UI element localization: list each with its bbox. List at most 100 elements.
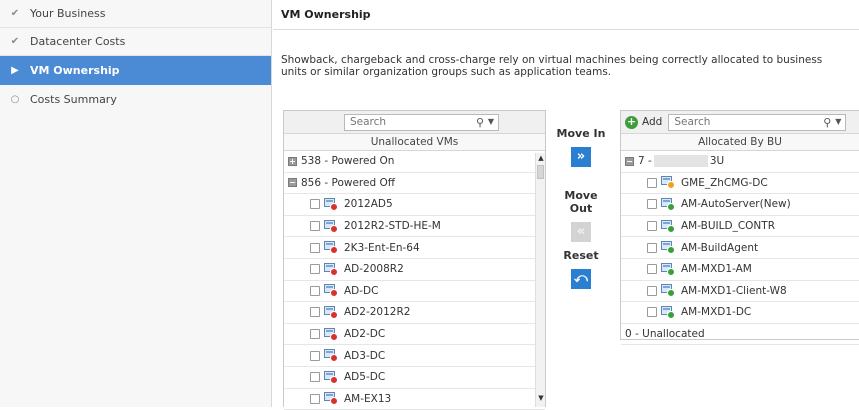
- vm-checkbox[interactable]: [647, 307, 657, 318]
- vm-row[interactable]: AM-MXD1-Client-W8: [621, 281, 859, 303]
- redacted-bu-name: [653, 155, 708, 168]
- vm-row[interactable]: 2012R2-STD-HE-M: [284, 216, 545, 238]
- vm-checkbox[interactable]: [647, 221, 657, 232]
- vm-powered-off-icon: [324, 219, 338, 233]
- step-your-business[interactable]: ✔ Your Business: [0, 0, 271, 28]
- vm-checkbox[interactable]: [310, 329, 320, 340]
- vm-row[interactable]: AM-BuildAgent: [621, 237, 859, 259]
- step-costs-summary[interactable]: ○ Costs Summary: [0, 85, 271, 113]
- vm-name: AM-EX13: [344, 392, 392, 405]
- vm-powered-off-icon: [324, 241, 338, 255]
- vm-row[interactable]: 2K3-Ent-En-64: [284, 237, 545, 259]
- group-row-powered-on[interactable]: + 538 - Powered On: [284, 151, 545, 173]
- vm-row[interactable]: AM-MXD1-AM: [621, 259, 859, 281]
- reset-label: Reset: [563, 249, 599, 262]
- allocated-vms-panel: + Add ⚲ ▼ Allocated By BU − 7 - 3U GME_Z…: [620, 110, 859, 346]
- list-scrollbar[interactable]: ▲ ▼: [535, 153, 545, 407]
- step-label: Costs Summary: [30, 92, 117, 106]
- right-toolbar: + Add ⚲ ▼: [621, 111, 859, 134]
- wizard-sidebar: ✔ Your Business ✔ Datacenter Costs ▶ VM …: [0, 0, 272, 407]
- vm-name: AM-AutoServer(New): [681, 198, 791, 211]
- vm-warning-icon: [661, 176, 675, 190]
- vm-checkbox[interactable]: [647, 285, 657, 296]
- vm-row[interactable]: AD2-2012R2: [284, 302, 545, 324]
- left-search-input[interactable]: [350, 116, 460, 128]
- vm-name: AD-DC: [344, 284, 379, 297]
- scroll-up-arrow-icon[interactable]: ▲: [536, 153, 546, 163]
- vm-powered-off-icon: [324, 197, 338, 211]
- vm-name: AD-2008R2: [344, 263, 404, 276]
- vm-powered-on-icon: [661, 241, 675, 255]
- add-plus-icon: +: [625, 114, 638, 129]
- right-search-input[interactable]: [674, 116, 785, 128]
- vm-name: 2012R2-STD-HE-M: [344, 220, 441, 233]
- collapse-minus-icon[interactable]: −: [625, 156, 634, 166]
- left-search-box[interactable]: ⚲ ▼: [344, 113, 499, 131]
- page-title: VM Ownership: [273, 0, 859, 30]
- caret-down-icon[interactable]: ▼: [488, 117, 494, 126]
- vm-row[interactable]: AM-BUILD_CONTR: [621, 216, 859, 238]
- move-out-control: Move Out «: [556, 189, 606, 242]
- vm-name: AD3-DC: [344, 349, 386, 362]
- main-content: VM Ownership Showback, chargeback and cr…: [273, 0, 859, 410]
- search-icon[interactable]: ⚲: [823, 116, 831, 129]
- scroll-down-arrow-icon[interactable]: ▼: [536, 393, 546, 403]
- step-label: Datacenter Costs: [30, 35, 126, 48]
- vm-row[interactable]: GME_ZhCMG-DC: [621, 173, 859, 195]
- caret-down-icon[interactable]: ▼: [835, 117, 841, 126]
- vm-row[interactable]: AM-AutoServer(New): [621, 194, 859, 216]
- expand-plus-icon[interactable]: +: [288, 156, 297, 166]
- vm-checkbox[interactable]: [647, 264, 657, 275]
- column-header-allocated: Allocated By BU: [621, 134, 859, 151]
- group-label: 538 - Powered On: [301, 155, 395, 168]
- step-label: VM Ownership: [30, 63, 120, 77]
- vm-powered-off-icon: [324, 349, 338, 363]
- bu-group-row[interactable]: − 7 - 3U: [621, 151, 859, 173]
- vm-name: AD2-DC: [344, 328, 386, 341]
- move-out-button[interactable]: «: [571, 222, 591, 242]
- vm-row[interactable]: AD3-DC: [284, 345, 545, 367]
- move-out-label: Move Out: [564, 189, 598, 215]
- vm-checkbox[interactable]: [310, 393, 320, 404]
- vm-powered-off-icon: [324, 327, 338, 341]
- unallocated-group-row[interactable]: 0 - Unallocated: [621, 324, 859, 346]
- vm-powered-on-icon: [661, 219, 675, 233]
- vm-checkbox[interactable]: [310, 307, 320, 318]
- triangle-right-icon: ▶: [11, 64, 19, 76]
- vm-powered-on-icon: [661, 305, 675, 319]
- group-row-powered-off[interactable]: − 856 - Powered Off: [284, 173, 545, 195]
- vm-row[interactable]: AD5-DC: [284, 367, 545, 389]
- vm-row[interactable]: AD-2008R2: [284, 259, 545, 281]
- vm-checkbox[interactable]: [310, 221, 320, 232]
- vm-row[interactable]: AD-DC: [284, 281, 545, 303]
- vm-checkbox[interactable]: [310, 350, 320, 361]
- page-description: Showback, chargeback and cross-charge re…: [281, 54, 823, 78]
- right-search-box[interactable]: ⚲ ▼: [668, 113, 847, 131]
- vm-checkbox[interactable]: [647, 177, 657, 188]
- group-label: 0 - Unallocated: [625, 328, 705, 341]
- vm-name: AM-MXD1-DC: [681, 306, 752, 319]
- search-icon[interactable]: ⚲: [476, 116, 484, 129]
- vm-row[interactable]: 2012AD5: [284, 194, 545, 216]
- vm-powered-on-icon: [661, 284, 675, 298]
- scroll-thumb[interactable]: [537, 165, 544, 179]
- vm-checkbox[interactable]: [310, 264, 320, 275]
- add-button[interactable]: + Add: [625, 114, 662, 129]
- vm-powered-off-icon: [324, 392, 338, 406]
- vm-row[interactable]: AM-MXD1-DC: [621, 302, 859, 324]
- step-datacenter-costs[interactable]: ✔ Datacenter Costs: [0, 28, 271, 56]
- vm-checkbox[interactable]: [647, 242, 657, 253]
- circle-icon: ○: [10, 93, 20, 105]
- move-in-button[interactable]: »: [571, 147, 591, 167]
- step-vm-ownership[interactable]: ▶ VM Ownership: [0, 56, 271, 85]
- vm-checkbox[interactable]: [310, 372, 320, 383]
- vm-powered-on-icon: [661, 197, 675, 211]
- step-label: Your Business: [30, 7, 106, 20]
- vm-checkbox[interactable]: [310, 242, 320, 253]
- collapse-minus-icon[interactable]: −: [288, 178, 297, 188]
- vm-checkbox[interactable]: [647, 199, 657, 210]
- vm-checkbox[interactable]: [310, 199, 320, 210]
- vm-checkbox[interactable]: [310, 285, 320, 296]
- reset-button[interactable]: ⤺: [571, 269, 591, 289]
- vm-row[interactable]: AD2-DC: [284, 324, 545, 346]
